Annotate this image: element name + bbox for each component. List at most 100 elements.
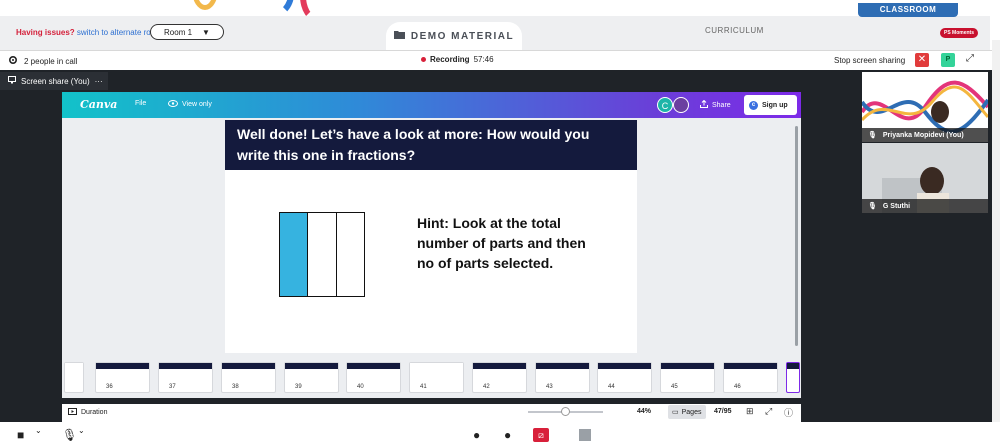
thumbnail-header bbox=[285, 363, 338, 369]
page-thumbnail[interactable]: 42 bbox=[472, 362, 527, 393]
people-in-call[interactable]: 2 people in call bbox=[8, 55, 77, 67]
thumbnail-header bbox=[598, 363, 651, 369]
chevron-down-icon: ▼ bbox=[202, 27, 210, 37]
file-menu[interactable]: File bbox=[135, 100, 146, 107]
fraction-part-selected bbox=[280, 213, 309, 296]
page-thumbnail[interactable]: 39 bbox=[284, 362, 339, 393]
ps-moments-badge[interactable]: PS Moments bbox=[940, 28, 979, 38]
room-label: Room 1 bbox=[164, 27, 193, 37]
participant-tile[interactable]: 🎙 Priyanka Mopidevi (You) bbox=[862, 72, 988, 142]
issues-notice: Having issues? switch to alternate room bbox=[16, 28, 162, 37]
p-badge[interactable]: P bbox=[941, 53, 955, 67]
thumbnail-number: 42 bbox=[483, 384, 490, 390]
chevron-down-icon[interactable]: ⌄ bbox=[35, 426, 42, 435]
collaborator-avatar[interactable]: C bbox=[657, 97, 673, 113]
fraction-part bbox=[337, 213, 364, 296]
microphone-icon[interactable]: 🎙 bbox=[62, 428, 77, 442]
classroom-tab[interactable]: CLASSROOM bbox=[858, 3, 958, 17]
thumbnail-number: 39 bbox=[295, 384, 302, 390]
participant-label: 🎙 G Stuthi bbox=[862, 199, 988, 213]
pages-label: Pages bbox=[681, 408, 702, 416]
collaborator-avatar[interactable] bbox=[673, 97, 689, 113]
participant-tile[interactable]: 🎙 G Stuthi bbox=[862, 143, 988, 213]
expand-icon[interactable]: ⤢ bbox=[966, 53, 974, 64]
zoom-level[interactable]: 44% bbox=[637, 408, 651, 415]
thumbnail-header bbox=[222, 363, 275, 369]
microphone-icon: 🎙 bbox=[868, 203, 877, 210]
page-thumbnail[interactable]: 45 bbox=[660, 362, 715, 393]
pages-icon: ▭ bbox=[672, 409, 679, 416]
pages-button[interactable]: ▭ Pages bbox=[668, 405, 706, 419]
participant-name: G Stuthi bbox=[882, 202, 911, 210]
more-icon[interactable]: ··· bbox=[95, 77, 103, 86]
camera-icon[interactable]: ■ bbox=[17, 428, 24, 442]
page-thumbnail-selected[interactable] bbox=[786, 362, 800, 393]
help-icon[interactable]: ⓘ bbox=[784, 406, 793, 419]
duration-label: Duration bbox=[81, 409, 108, 416]
fullscreen-icon[interactable]: ⤢ bbox=[765, 406, 772, 417]
page-thumbnail[interactable]: 38 bbox=[221, 362, 276, 393]
thumbnail-header bbox=[536, 363, 589, 369]
issues-label: Having issues? bbox=[16, 28, 75, 37]
screen-share-label: Screen share (You) bbox=[21, 76, 90, 86]
thumbnail-header bbox=[410, 363, 463, 369]
recording-label: Recording bbox=[430, 55, 470, 64]
share-button[interactable]: Share bbox=[700, 99, 731, 110]
slide-hint: Hint: Look at the total number of parts … bbox=[417, 215, 586, 271]
demo-material-tab[interactable]: DEMO MATERIAL bbox=[386, 22, 522, 50]
demo-material-label: DEMO MATERIAL bbox=[410, 30, 515, 42]
bottom-toolbar bbox=[0, 422, 1000, 448]
thumbnail-header bbox=[473, 363, 526, 369]
thumbnail-header bbox=[724, 363, 777, 369]
people-icon[interactable]: ● bbox=[473, 428, 480, 442]
curriculum-tab[interactable]: CURRICULUM bbox=[705, 26, 764, 35]
ps-moments-label: PS Moments bbox=[944, 30, 975, 36]
fraction-diagram bbox=[279, 212, 365, 297]
sign-up-button[interactable]: c Sign up bbox=[744, 95, 797, 115]
thumbnail-number: 46 bbox=[734, 384, 741, 390]
page-thumbnail[interactable]: 36 bbox=[95, 362, 150, 393]
page-count: 47/95 bbox=[714, 408, 732, 415]
thumbnail-header bbox=[96, 363, 149, 369]
page-thumbnail[interactable]: 46 bbox=[723, 362, 778, 393]
room-selector[interactable]: Room 1 ▼ bbox=[150, 24, 224, 40]
thumbnail-header bbox=[347, 363, 400, 369]
screen-share-tab[interactable]: Screen share (You) ··· bbox=[0, 72, 108, 90]
thumbnail-header bbox=[65, 363, 83, 369]
recording-dot-icon bbox=[421, 57, 426, 62]
canvas-scrollbar[interactable] bbox=[795, 126, 798, 346]
zoom-slider-handle[interactable] bbox=[561, 407, 570, 416]
view-only-label: View only bbox=[182, 101, 212, 108]
thumbnail-number: 37 bbox=[169, 384, 176, 390]
folder-icon bbox=[393, 30, 405, 42]
microphone-icon: 🎙 bbox=[868, 132, 877, 139]
stop-sharing-label[interactable]: Stop screen sharing bbox=[834, 56, 905, 65]
view-only-button[interactable]: View only bbox=[168, 100, 212, 109]
sign-up-label: Sign up bbox=[762, 101, 788, 109]
thumbnail-number: 44 bbox=[608, 384, 615, 390]
page-thumbnail[interactable]: 37 bbox=[158, 362, 213, 393]
page-thumbnail[interactable]: 43 bbox=[535, 362, 590, 393]
whiteboard-icon[interactable] bbox=[579, 429, 591, 441]
page-scrollbar[interactable] bbox=[992, 40, 1000, 424]
page-thumbnail[interactable]: 44 bbox=[597, 362, 652, 393]
page-thumbnail[interactable] bbox=[64, 362, 84, 393]
people-count: 2 people in call bbox=[24, 56, 78, 66]
stop-sharing-button[interactable]: ✕ bbox=[915, 53, 929, 67]
participant-label: 🎙 Priyanka Mopidevi (You) bbox=[862, 128, 988, 142]
slide-title: Well done! Let’s have a look at more: Ho… bbox=[225, 120, 637, 170]
share-label: Share bbox=[712, 101, 731, 109]
play-icon bbox=[68, 408, 77, 417]
gear-icon bbox=[8, 55, 18, 67]
thumbnail-number: 36 bbox=[106, 384, 113, 390]
screen-share-stop-icon[interactable]: ⧄ bbox=[533, 428, 549, 442]
canva-logo[interactable]: Canva bbox=[80, 98, 117, 111]
page-thumbnail[interactable]: 41 bbox=[409, 362, 464, 393]
chat-icon[interactable]: ● bbox=[504, 428, 511, 442]
thumbnail-number: 43 bbox=[546, 384, 553, 390]
recording-time: 57:46 bbox=[473, 55, 494, 64]
grid-view-icon[interactable]: ⊞ bbox=[746, 406, 754, 417]
chevron-down-icon[interactable]: ⌄ bbox=[78, 426, 85, 435]
duration-button[interactable]: Duration bbox=[68, 408, 107, 417]
page-thumbnail[interactable]: 40 bbox=[346, 362, 401, 393]
